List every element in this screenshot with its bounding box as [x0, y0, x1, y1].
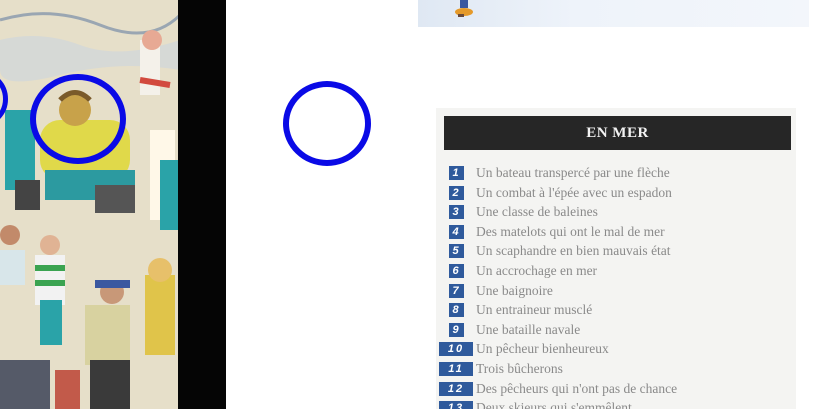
list-item: 7 Une baignoire [436, 281, 796, 301]
list-item: 11 Trois bûcherons [436, 359, 796, 379]
item-text: Un pêcheur bienheureux [476, 341, 609, 357]
checklist: 1 Un bateau transpercé par une flèche 2 Un… [436, 163, 796, 409]
list-item: 4 Des matelots qui ont le mal de mer [436, 222, 796, 242]
item-number: 8 [449, 303, 464, 318]
item-text: Un bateau transpercé par une flèche [476, 165, 670, 180]
item-number: 2 [449, 185, 464, 200]
item-number: 9 [449, 322, 464, 337]
crowd-illustration [0, 0, 180, 409]
item-number: 11 [439, 361, 473, 376]
item-text: Une baignoire [476, 282, 553, 298]
item-text: Un combat à l'épée avec un espadon [476, 184, 672, 200]
item-number: 12 [439, 381, 473, 396]
item-text: Un scaphandre en bien mauvais état [476, 243, 671, 259]
item-number: 10 [439, 342, 473, 357]
item-number: 13 [439, 401, 473, 409]
item-number: 4 [449, 224, 464, 239]
illustration-crop [0, 0, 180, 409]
list-item: 10 Un pêcheur bienheureux [436, 339, 796, 359]
empty-circle-marker [283, 81, 371, 166]
list-item: 6 Un accrochage en mer [436, 261, 796, 281]
item-text: Deux skieurs qui s'emmêlent [476, 400, 632, 409]
circle-marker [30, 74, 126, 164]
list-item: 2 Un combat à l'épée avec un espadon [436, 183, 796, 203]
item-number: 7 [449, 283, 464, 298]
checklist-title: EN MER [444, 116, 791, 150]
item-text: Des pêcheurs qui n'ont pas de chance [476, 380, 678, 396]
top-banner-strip [418, 0, 809, 27]
black-border [178, 0, 226, 409]
list-item: 9 Une bataille navale [436, 320, 796, 340]
list-item: 1 Un bateau transpercé par une flèche [436, 163, 796, 183]
item-text: Un entraineur musclé [476, 302, 593, 318]
item-text: Une bataille navale [476, 321, 581, 337]
character-icon [455, 0, 473, 17]
item-text: Un accrochage en mer [476, 262, 598, 278]
item-number: 5 [449, 244, 464, 259]
item-text: Trois bûcherons [476, 360, 563, 376]
list-item: 3 Une classe de baleines [436, 202, 796, 222]
checklist-card: EN MER 1 Un bateau transpercé par une flè… [436, 108, 796, 409]
list-item: 5 Un scaphandre en bien mauvais état [436, 241, 796, 261]
list-item: 12 Des pêcheurs qui n'ont pas de chance [436, 379, 796, 399]
list-item: 8 Un entraineur musclé [436, 300, 796, 320]
item-text: Des matelots qui ont le mal de mer [476, 223, 665, 239]
item-text: Une classe de baleines [476, 204, 598, 220]
list-item: 13 Deux skieurs qui s'emmêlent [436, 398, 796, 409]
item-number: 1 [449, 166, 464, 180]
item-number: 3 [449, 205, 464, 220]
item-number: 6 [449, 263, 464, 278]
